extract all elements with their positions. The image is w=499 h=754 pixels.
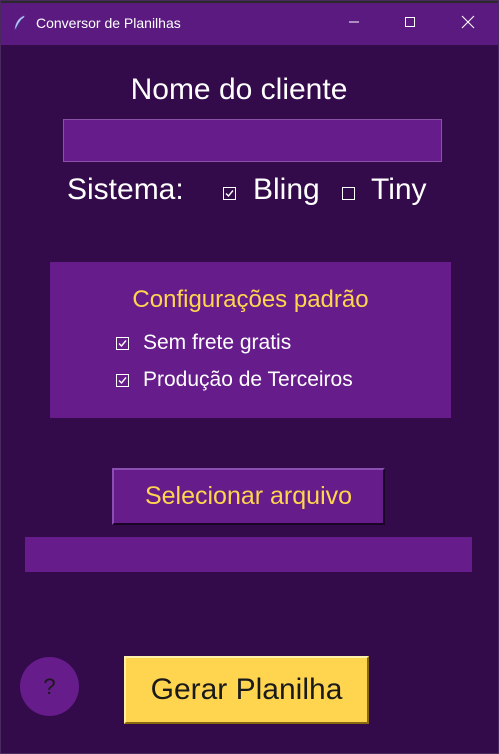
title-bar[interactable]: Conversor de Planilhas (1, 1, 498, 45)
feather-icon (13, 15, 27, 31)
producao-terceiros-label[interactable]: Produção de Terceiros (143, 368, 353, 392)
select-file-button[interactable]: Selecionar arquivo (112, 468, 385, 525)
tiny-label[interactable]: Tiny (371, 173, 427, 207)
sem-frete-checkbox[interactable] (116, 337, 129, 350)
sem-frete-label[interactable]: Sem frete gratis (143, 331, 291, 355)
close-button[interactable] (445, 3, 491, 45)
window-title: Conversor de Planilhas (36, 15, 181, 31)
producao-terceiros-checkbox[interactable] (116, 374, 129, 387)
app-window: Conversor de Planilhas Nome do cliente S… (0, 0, 499, 754)
maximize-icon (404, 15, 416, 33)
minimize-button[interactable] (331, 3, 377, 45)
help-button[interactable]: ? (20, 657, 79, 716)
selected-file-display (25, 537, 472, 572)
maximize-button[interactable] (387, 3, 433, 45)
tiny-checkbox[interactable] (342, 187, 355, 200)
config-title: Configurações padrão (132, 286, 369, 313)
cliente-input[interactable] (63, 119, 442, 162)
close-icon (461, 15, 475, 34)
sistema-label: Sistema: (67, 173, 184, 206)
cliente-label: Nome do cliente (130, 73, 348, 106)
config-panel: Configurações padrão Sem frete gratis Pr… (50, 262, 451, 418)
bling-label[interactable]: Bling (253, 173, 320, 207)
minimize-icon (348, 15, 360, 33)
bling-checkbox[interactable] (223, 187, 236, 200)
generate-spreadsheet-button[interactable]: Gerar Planilha (124, 656, 369, 724)
